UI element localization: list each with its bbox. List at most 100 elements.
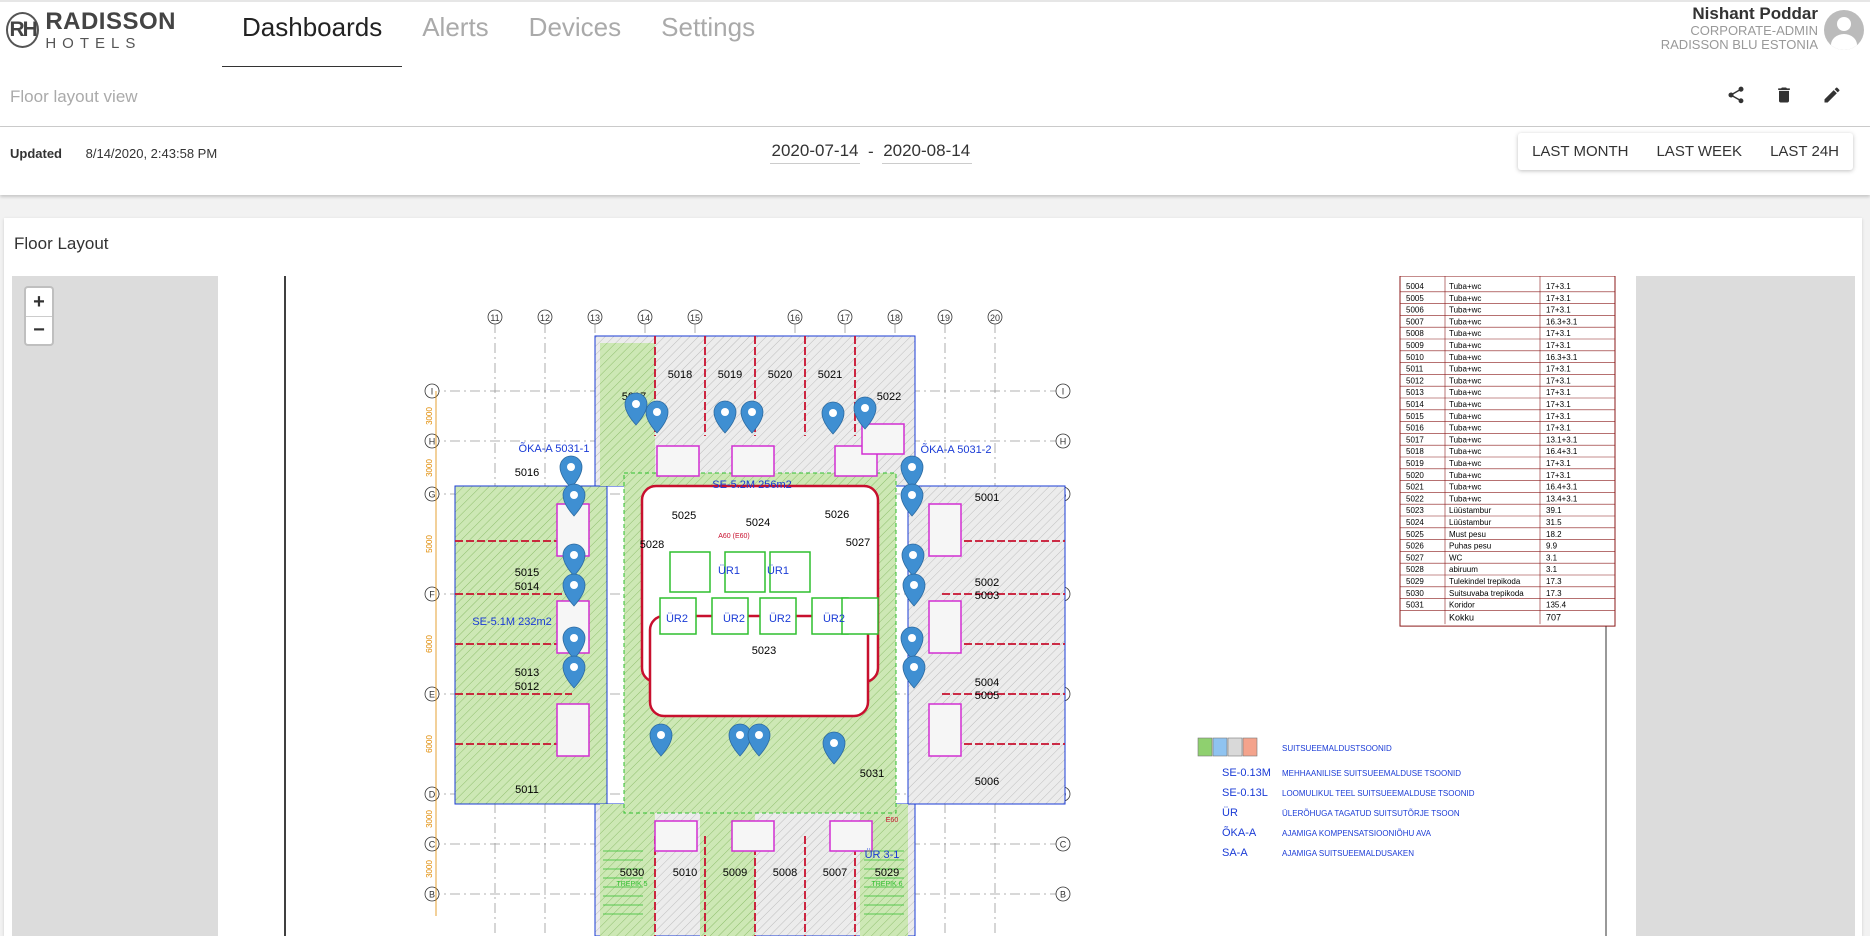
tab-devices[interactable]: Devices bbox=[509, 2, 641, 69]
start-date-input[interactable] bbox=[770, 139, 860, 164]
room-label-top: 5020 bbox=[768, 369, 792, 381]
room-label-inner: 5024 bbox=[746, 517, 770, 529]
room-table-cell: Tuba+wc bbox=[1449, 294, 1481, 303]
room-table-cell: Tuba+wc bbox=[1449, 494, 1481, 503]
room-label-bottom: 5007 bbox=[823, 867, 847, 879]
room-table-cell: 5017 bbox=[1406, 435, 1424, 444]
tab-settings[interactable]: Settings bbox=[641, 2, 775, 69]
tab-alerts[interactable]: Alerts bbox=[402, 2, 508, 69]
grid-row-label: I bbox=[431, 387, 434, 397]
updated-label: Updated bbox=[10, 146, 62, 161]
grid-row-label: H bbox=[1060, 437, 1067, 447]
room-table-cell: 135.4 bbox=[1546, 601, 1567, 610]
room-table-cell: 17+3.1 bbox=[1546, 329, 1571, 338]
room-table-cell: 5010 bbox=[1406, 353, 1424, 362]
last-month-button[interactable]: LAST MONTH bbox=[1518, 133, 1642, 170]
room-table-cell: 17+3.1 bbox=[1546, 365, 1571, 374]
room-table-cell: Tuba+wc bbox=[1449, 388, 1481, 397]
room-table-cell: 5027 bbox=[1406, 553, 1424, 562]
logo-text: RADISSON HOTELS bbox=[45, 9, 176, 51]
room-table-cell: 16.3+3.1 bbox=[1546, 353, 1578, 362]
room-table-cell: Must pesu bbox=[1449, 530, 1486, 539]
room-table-cell: Tuba+wc bbox=[1449, 447, 1481, 456]
grid-row-label: H bbox=[429, 437, 436, 447]
share-button[interactable] bbox=[1723, 82, 1749, 108]
bathroom bbox=[829, 820, 873, 852]
pencil-icon bbox=[1824, 87, 1840, 103]
bathroom bbox=[861, 423, 905, 455]
tab-dashboards[interactable]: Dashboards bbox=[222, 2, 403, 69]
room-table-cell: 5008 bbox=[1406, 329, 1424, 338]
ur-shaft bbox=[841, 597, 879, 635]
room-table-cell: 17+3.1 bbox=[1546, 459, 1571, 468]
grid-col-label: 14 bbox=[640, 313, 650, 323]
grid-col-label: 13 bbox=[590, 313, 600, 323]
room-label-left: 5014 bbox=[515, 581, 539, 593]
legend-code: ÜR bbox=[1222, 807, 1238, 819]
room-label-left: 5016 bbox=[515, 467, 539, 479]
room-table-cell: Tuba+wc bbox=[1449, 329, 1481, 338]
room-label-inner: 5025 bbox=[672, 510, 696, 522]
grid-col-label: 11 bbox=[490, 313, 499, 323]
zone-label: SE-5.1M 232m2 bbox=[472, 616, 551, 628]
zoom-control: + − bbox=[24, 286, 54, 346]
room-table-cell: Suitsuvaba trepikoda bbox=[1449, 589, 1524, 598]
room-table-cell: 5014 bbox=[1406, 400, 1424, 409]
date-range: - bbox=[770, 139, 972, 164]
bathroom bbox=[731, 445, 775, 477]
room-label-bottom: 5010 bbox=[673, 867, 697, 879]
room-label-inner: 5027 bbox=[846, 537, 870, 549]
room-table-cell: Lüüstambur bbox=[1449, 506, 1492, 515]
bathroom bbox=[928, 703, 962, 757]
room-table-cell: WC bbox=[1449, 553, 1463, 562]
delete-button[interactable] bbox=[1771, 82, 1797, 108]
grid-row-label: F bbox=[429, 590, 435, 600]
radisson-logo[interactable]: RH RADISSON HOTELS bbox=[6, 8, 176, 52]
room-table-cell: 31.5 bbox=[1546, 518, 1562, 527]
room-table-cell: 5004 bbox=[1406, 282, 1424, 291]
room-label-top: 5021 bbox=[818, 369, 842, 381]
grid-row-label: D bbox=[429, 790, 436, 800]
legend-swatch bbox=[1242, 737, 1258, 757]
floor-map[interactable]: + − 11 12 13 14 15 16 17 18 19 20 I I H … bbox=[12, 276, 1855, 936]
date-separator: - bbox=[868, 141, 874, 161]
plan-annotation: E60 bbox=[886, 817, 899, 824]
zoom-in-button[interactable]: + bbox=[26, 288, 52, 316]
room-label-right: 5003 bbox=[975, 590, 999, 602]
ur-label: ÜR1 bbox=[767, 565, 789, 577]
room-table-cell: 17+3.1 bbox=[1546, 424, 1571, 433]
grid-row-label: B bbox=[429, 890, 435, 900]
legend-text: AJAMIGA SUITSUEEMALDUSAKEN bbox=[1282, 849, 1414, 858]
room-table-frame bbox=[1399, 276, 1616, 627]
top-navigation-bar: RH RADISSON HOTELS Dashboards Alerts Dev… bbox=[0, 0, 1870, 69]
legend-text: LOOMULIKUL TEEL SUITSUEEMALDUSE TSOONID bbox=[1282, 789, 1475, 798]
room-table-cell: 5025 bbox=[1406, 530, 1424, 539]
room-label-inner: 5023 bbox=[752, 645, 776, 657]
legend-text: MEHHAANILISE SUITSUEEMALDUSE TSOONID bbox=[1282, 769, 1461, 778]
bathroom bbox=[928, 503, 962, 557]
grid-col-label: 17 bbox=[840, 313, 850, 323]
end-date-input[interactable] bbox=[881, 139, 972, 164]
room-table-cell: 5018 bbox=[1406, 447, 1424, 456]
edit-button[interactable] bbox=[1819, 82, 1845, 108]
user-role: CORPORATE-ADMIN bbox=[1690, 22, 1818, 38]
room-table-cell: Tuba+wc bbox=[1449, 459, 1481, 468]
user-name: Nishant Poddar bbox=[1692, 4, 1818, 23]
share-icon bbox=[1728, 86, 1744, 104]
avatar[interactable] bbox=[1824, 10, 1864, 50]
room-label-right: 5004 bbox=[975, 677, 999, 689]
room-table-cell: Tuba+wc bbox=[1449, 471, 1481, 480]
room-table-cell: 16.3+3.1 bbox=[1546, 317, 1578, 326]
room-table-cell: Tuba+wc bbox=[1449, 306, 1481, 315]
zone-label: SE-5.2M 256m2 bbox=[712, 479, 791, 491]
room-table-cell: 5015 bbox=[1406, 412, 1424, 421]
zoom-out-button[interactable]: − bbox=[26, 316, 52, 344]
grid-col-label: 20 bbox=[990, 313, 1000, 323]
legend-swatch bbox=[1227, 737, 1243, 757]
room-table-cell: 16.4+3.1 bbox=[1546, 483, 1578, 492]
last-24h-button[interactable]: LAST 24H bbox=[1756, 133, 1853, 170]
last-week-button[interactable]: LAST WEEK bbox=[1642, 133, 1756, 170]
room-table-cell: 13.4+3.1 bbox=[1546, 494, 1578, 503]
room-table-cell: Puhas pesu bbox=[1449, 542, 1491, 551]
room-label-right: 5002 bbox=[975, 577, 999, 589]
